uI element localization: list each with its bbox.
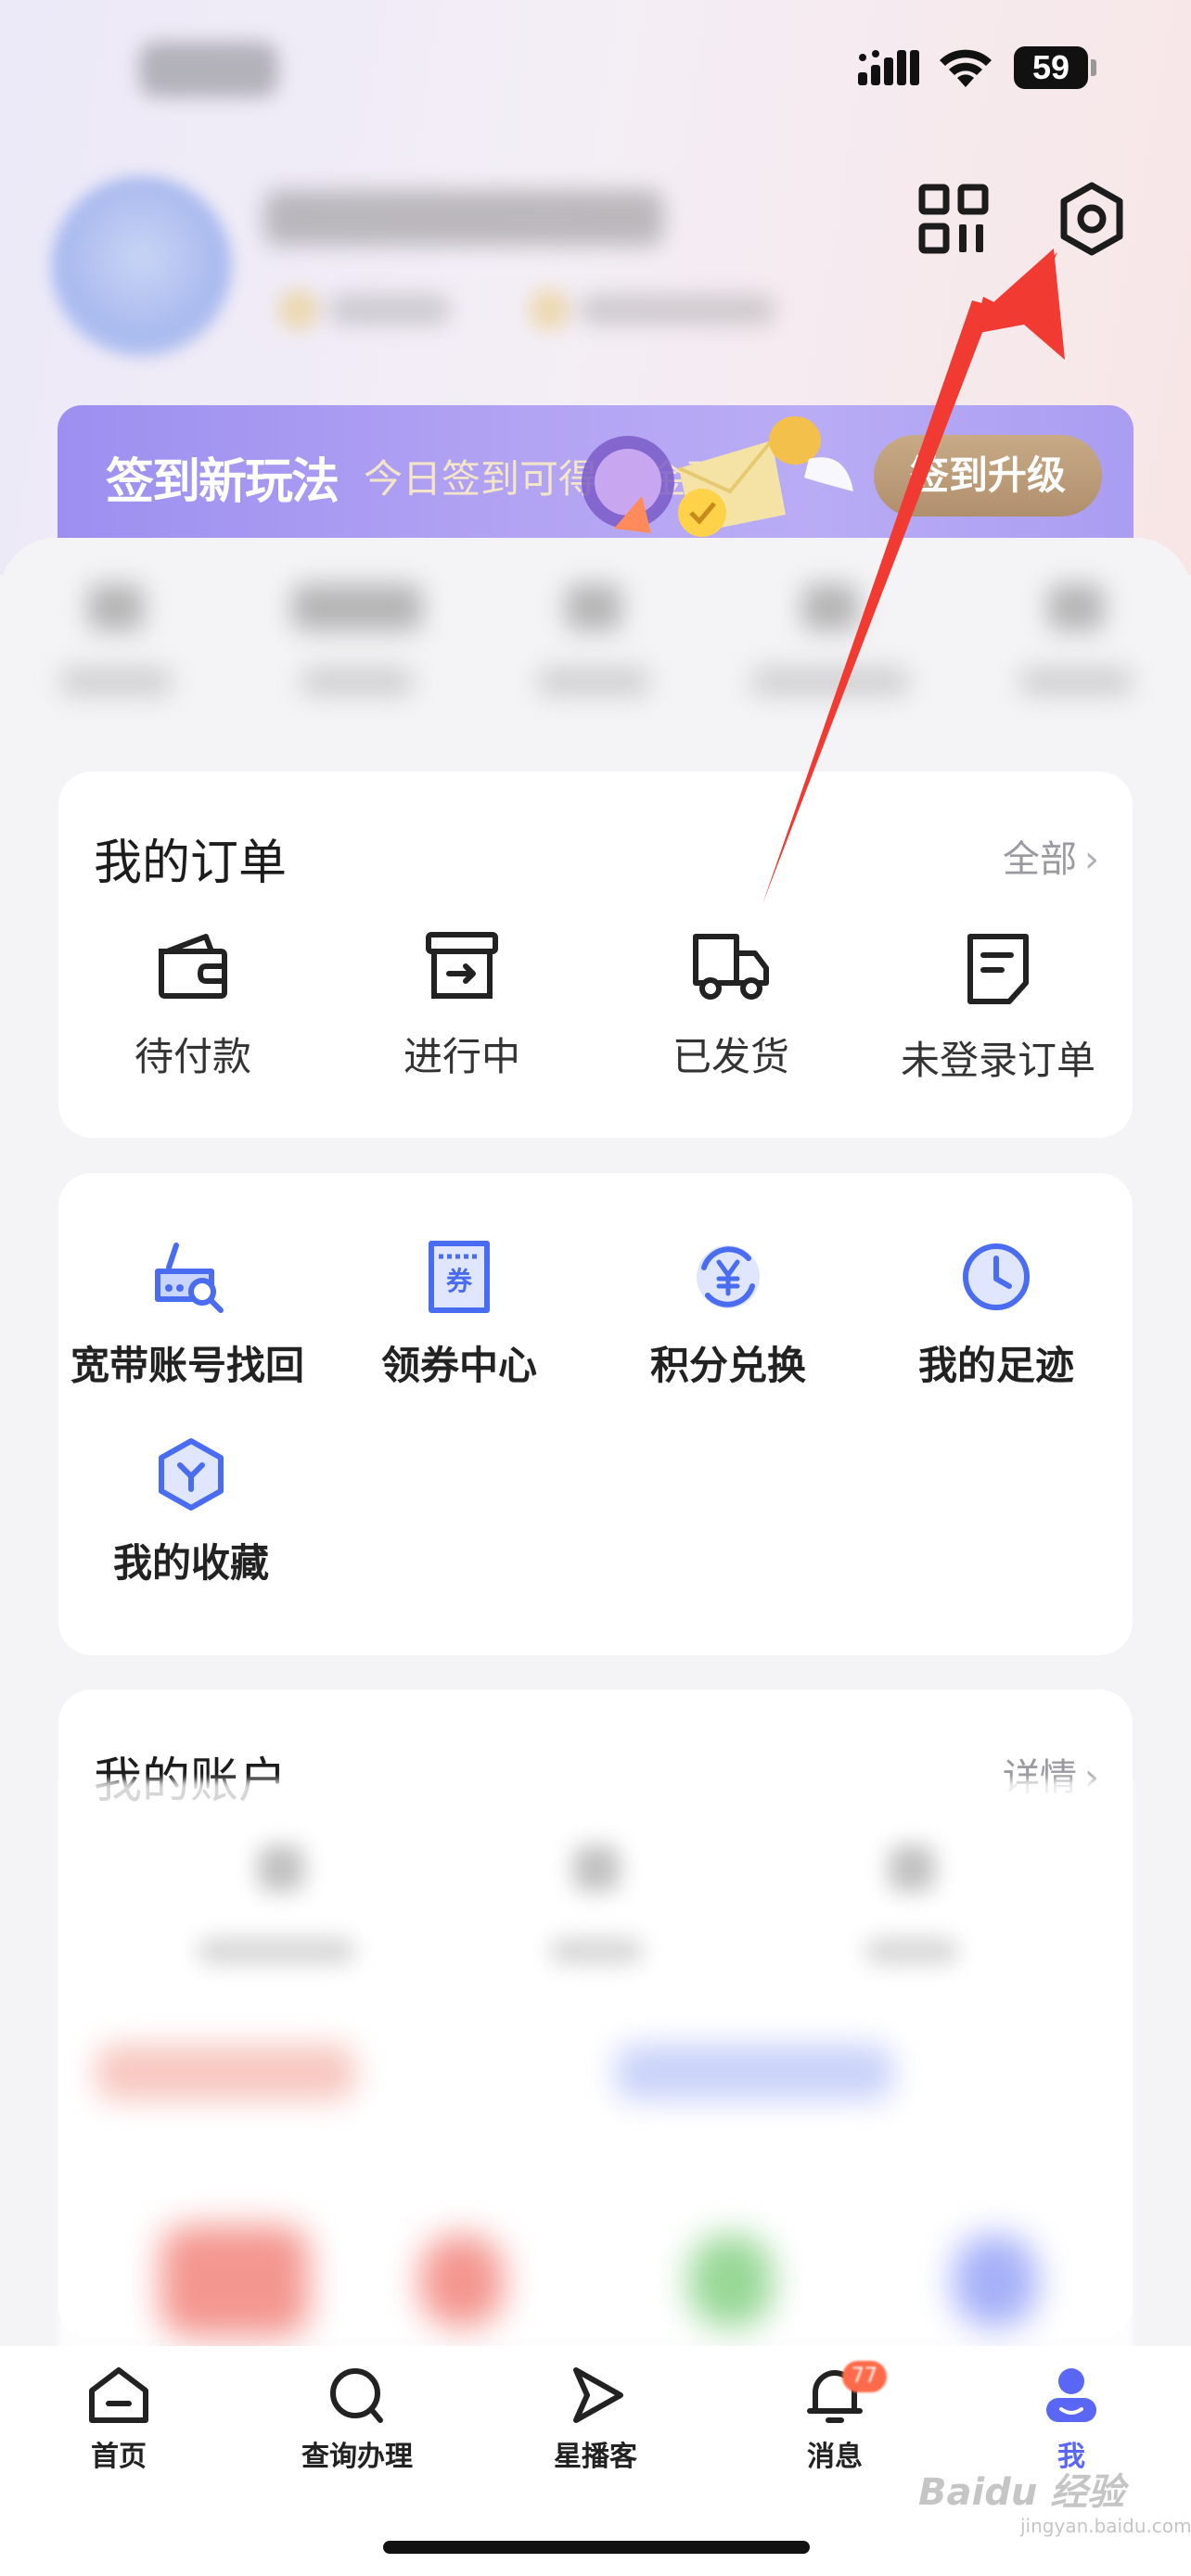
coupon-icon: 券 — [429, 1241, 490, 1313]
tool-label: 我的足迹 — [917, 1343, 1074, 1388]
status-bar: 59 — [0, 0, 1191, 139]
yen-exchange-icon — [697, 1245, 760, 1308]
tool-broadband-recover[interactable]: 宽带账号找回 — [53, 1240, 322, 1391]
order-pending-payment[interactable]: 待付款 — [58, 931, 327, 1082]
avatar[interactable] — [51, 176, 232, 357]
router-search-icon — [155, 1243, 224, 1313]
order-label: 未登录订单 — [900, 1038, 1095, 1083]
order-shipped[interactable]: 已发货 — [596, 931, 865, 1082]
document-icon — [967, 934, 1029, 1004]
tab-podcast[interactable]: 星播客 — [503, 2366, 688, 2474]
message-count-badge: 77 — [842, 2361, 887, 2392]
tab-me[interactable]: 我 — [979, 2366, 1164, 2474]
orders-all-link[interactable]: 全部 › — [1003, 829, 1099, 883]
archive-box-icon — [426, 932, 498, 999]
tab-label: 消息 — [807, 2441, 863, 2473]
play-icon — [573, 2367, 623, 2423]
home-icon — [89, 2367, 148, 2423]
truck-icon — [693, 934, 769, 1000]
tool-label: 我的收藏 — [112, 1540, 269, 1586]
tab-query[interactable]: 查询办理 — [264, 2366, 450, 2474]
tool-label: 宽带账号找回 — [70, 1343, 304, 1388]
stats-row-blurred — [0, 566, 1191, 733]
tool-points-exchange[interactable]: 积分兑换 — [594, 1240, 863, 1391]
battery-icon: 59 — [1014, 46, 1088, 89]
status-time-blurred — [139, 42, 278, 97]
tab-home[interactable]: 首页 — [26, 2366, 211, 2474]
order-label: 进行中 — [403, 1034, 520, 1079]
home-indicator[interactable] — [383, 2541, 810, 2554]
tab-label: 查询办理 — [301, 2441, 413, 2473]
orders-card: 我的订单 全部 › 待付款 进行中 已发货 未登录订单 — [58, 772, 1133, 1138]
checkin-banner[interactable]: 签到新玩法 今日签到可得20金豆 签到升级 — [58, 405, 1133, 544]
tool-label: 积分兑换 — [649, 1343, 806, 1388]
order-label: 已发货 — [672, 1034, 789, 1079]
battery-tip — [1091, 59, 1096, 76]
banner-title: 签到新玩法 — [106, 454, 339, 510]
cellular-signal-icon — [858, 50, 919, 85]
tab-label: 星播客 — [554, 2441, 637, 2473]
clock-icon — [963, 1243, 1030, 1310]
favorite-hexagon-icon — [159, 1438, 224, 1511]
coin-badge-blurred — [529, 289, 570, 330]
level-badge-blurred — [278, 289, 319, 330]
order-in-progress[interactable]: 进行中 — [327, 931, 596, 1082]
order-not-logged-in[interactable]: 未登录订单 — [864, 931, 1133, 1086]
chevron-right-icon: › — [1084, 838, 1099, 881]
tools-card: 宽带账号找回 券 领券中心 积分兑换 我的足迹 我的收藏 — [58, 1173, 1133, 1655]
qr-code-icon[interactable] — [918, 184, 989, 254]
order-label: 待付款 — [134, 1034, 251, 1079]
watermark: Baidu 经验 — [918, 2471, 1125, 2514]
level-text-blurred — [329, 295, 450, 325]
checkin-upgrade-button[interactable]: 签到升级 — [874, 435, 1102, 516]
settings-gear-icon[interactable] — [1053, 180, 1131, 258]
tool-coupon-center[interactable]: 券 领券中心 — [325, 1240, 594, 1391]
tool-label: 领券中心 — [380, 1343, 537, 1388]
tab-messages[interactable]: 77 消息 — [742, 2361, 928, 2474]
profile-icon — [1046, 2368, 1096, 2422]
search-icon — [330, 2368, 383, 2423]
username-blurred — [264, 190, 663, 246]
wifi-icon — [940, 49, 992, 87]
wallet-icon — [159, 934, 227, 999]
account-content-blurred — [58, 1780, 1133, 2355]
orders-title: 我的订单 — [94, 835, 288, 891]
banner-illustration-icon — [582, 416, 853, 537]
tool-my-favorites[interactable]: 我的收藏 — [57, 1437, 326, 1588]
watermark-url: jingyan.baidu.com — [1020, 2515, 1191, 2537]
tab-label: 首页 — [91, 2441, 147, 2473]
coin-text-blurred — [580, 295, 775, 325]
tool-my-footprints[interactable]: 我的足迹 — [862, 1240, 1131, 1391]
svg-text:券: 券 — [446, 1266, 473, 1296]
